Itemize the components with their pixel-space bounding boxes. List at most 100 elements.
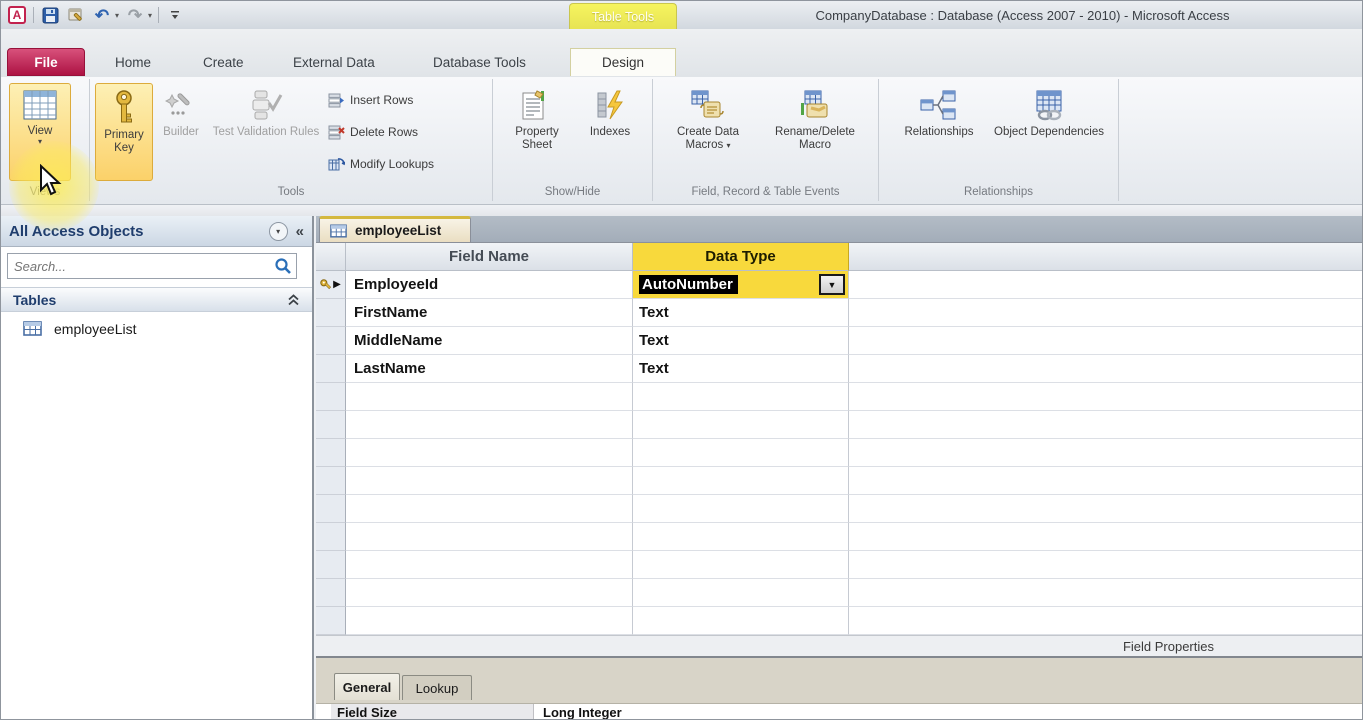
- navigation-pane-title: All Access Objects: [9, 222, 144, 240]
- primary-key-button[interactable]: Primary Key: [95, 83, 153, 181]
- modify-lookups-button[interactable]: Modify Lookups: [328, 151, 434, 177]
- customize-quick-access-button[interactable]: [165, 5, 185, 25]
- group-label-show-hide: Show/Hide: [544, 186, 601, 198]
- data-type-dropdown-button[interactable]: ▼: [819, 274, 845, 295]
- customize-qat-icon: [171, 11, 180, 19]
- view-dropdown-icon[interactable]: ▾: [38, 138, 42, 146]
- redo-dropdown-icon[interactable]: ▾: [148, 11, 152, 20]
- empty-field-row[interactable]: [316, 495, 1362, 523]
- group-label-tools: Tools: [277, 186, 305, 198]
- tab-home[interactable]: Home: [99, 48, 167, 76]
- row-selector[interactable]: ▶: [316, 271, 346, 299]
- document-area: employeeList Field Name Data Type ▶ Empl…: [316, 216, 1362, 719]
- delete-rows-button[interactable]: Delete Rows: [328, 119, 418, 145]
- design-grid-header: Field Name Data Type: [316, 243, 1362, 271]
- column-header-field-name[interactable]: Field Name: [346, 243, 633, 271]
- test-validation-rules-button[interactable]: Test Validation Rules: [208, 83, 324, 181]
- data-type-cell[interactable]: Text: [633, 327, 849, 355]
- empty-field-row[interactable]: [316, 383, 1362, 411]
- navigation-pane: All Access Objects ▾ « Tables employeeLi…: [1, 216, 314, 719]
- undo-button[interactable]: ↶: [92, 5, 112, 25]
- search-input[interactable]: [8, 258, 274, 274]
- empty-field-row[interactable]: [316, 523, 1362, 551]
- access-logo-icon[interactable]: A: [7, 5, 27, 25]
- description-cell[interactable]: [849, 355, 1362, 383]
- nav-item-label: employeeList: [54, 320, 137, 337]
- undo-dropdown-icon[interactable]: ▾: [115, 11, 119, 20]
- design-grid-rows: ▶ EmployeeId AutoNumber ▼ FirstName Text…: [316, 271, 1362, 635]
- field-properties-panel: General Lookup Field Size Long Integer: [316, 658, 1362, 719]
- object-dependencies-button[interactable]: Object Dependencies: [993, 83, 1105, 181]
- row-selector[interactable]: [316, 299, 346, 327]
- qat-separator: [33, 7, 34, 23]
- nav-group-tables[interactable]: Tables: [1, 287, 312, 312]
- row-selector[interactable]: [316, 327, 346, 355]
- field-row-middlename: MiddleName Text: [316, 327, 1362, 355]
- field-name-cell[interactable]: LastName: [346, 355, 633, 383]
- field-name-cell[interactable]: MiddleName: [346, 327, 633, 355]
- document-tab-employeelist[interactable]: employeeList: [319, 216, 471, 243]
- database-properties-button[interactable]: [66, 5, 86, 25]
- data-type-cell[interactable]: Text: [633, 299, 849, 327]
- empty-field-row[interactable]: [316, 439, 1362, 467]
- navigation-pane-header[interactable]: All Access Objects ▾ «: [1, 216, 312, 247]
- collapse-group-icon[interactable]: [287, 293, 300, 306]
- navigation-menu-button[interactable]: ▾: [268, 221, 288, 241]
- tab-lookup[interactable]: Lookup: [402, 675, 472, 700]
- data-type-value: AutoNumber: [639, 275, 738, 294]
- property-sheet-icon: [522, 90, 544, 120]
- column-header-data-type[interactable]: Data Type: [633, 243, 849, 271]
- ribbon-group-show-hide: Property Sheet Indexes Show/Hide: [493, 79, 653, 201]
- empty-field-row[interactable]: [316, 411, 1362, 439]
- group-label-field-record-table-events: Field, Record & Table Events: [691, 186, 840, 198]
- document-tab-label: employeeList: [355, 223, 442, 238]
- property-label[interactable]: Field Size: [331, 704, 534, 719]
- qat-separator: [158, 7, 160, 23]
- current-row-indicator-icon: ▶: [333, 278, 341, 290]
- tab-create[interactable]: Create: [187, 48, 260, 76]
- builder-icon: [165, 93, 190, 115]
- data-type-cell[interactable]: Text: [633, 355, 849, 383]
- indexes-button[interactable]: Indexes: [577, 83, 643, 181]
- nav-item-employeelist[interactable]: employeeList: [1, 315, 312, 342]
- empty-field-row[interactable]: [316, 579, 1362, 607]
- row-selector[interactable]: [316, 355, 346, 383]
- table-icon: [23, 321, 42, 336]
- quick-access-toolbar: A ↶ ▾ ↷ ▾: [7, 4, 185, 26]
- save-button[interactable]: [40, 5, 60, 25]
- redo-button[interactable]: ↷: [125, 5, 145, 25]
- property-value[interactable]: Long Integer: [534, 704, 1362, 719]
- ribbon: View ▾ Views Primary Key Builder Test Va…: [1, 77, 1362, 205]
- relationships-button[interactable]: Relationships: [891, 83, 987, 181]
- empty-field-row[interactable]: [316, 607, 1362, 635]
- tab-database-tools[interactable]: Database Tools: [417, 48, 542, 76]
- field-row-employeeid: ▶ EmployeeId AutoNumber ▼: [316, 271, 1362, 299]
- field-name-cell[interactable]: EmployeeId: [346, 271, 633, 299]
- field-properties-strip: Field Properties: [316, 635, 1362, 658]
- column-header-description: [849, 243, 1362, 271]
- empty-field-row[interactable]: [316, 551, 1362, 579]
- search-icon[interactable]: [274, 257, 292, 275]
- rename-delete-macro-button[interactable]: Rename/Delete Macro: [759, 83, 871, 181]
- insert-rows-icon: [328, 93, 344, 108]
- builder-button[interactable]: Builder: [154, 83, 208, 181]
- shutter-bar-close-button[interactable]: «: [296, 223, 304, 240]
- view-button[interactable]: View ▾: [9, 83, 71, 181]
- description-cell[interactable]: [849, 299, 1362, 327]
- field-name-cell[interactable]: FirstName: [346, 299, 633, 327]
- description-cell[interactable]: [849, 271, 1362, 299]
- field-row-firstname: FirstName Text: [316, 299, 1362, 327]
- create-data-macros-button[interactable]: Create Data Macros ▾: [661, 83, 755, 181]
- tab-general[interactable]: General: [334, 673, 400, 700]
- primary-key-indicator-icon: [320, 278, 332, 289]
- insert-rows-button[interactable]: Insert Rows: [328, 87, 413, 113]
- tab-external-data[interactable]: External Data: [277, 48, 391, 76]
- group-label-views: Views: [29, 186, 61, 198]
- description-cell[interactable]: [849, 327, 1362, 355]
- save-icon: [42, 7, 58, 23]
- data-type-cell-selected[interactable]: AutoNumber ▼: [633, 271, 849, 299]
- property-sheet-button[interactable]: Property Sheet: [503, 83, 571, 181]
- tab-design[interactable]: Design: [570, 48, 676, 76]
- empty-field-row[interactable]: [316, 467, 1362, 495]
- tab-file[interactable]: File: [7, 48, 85, 76]
